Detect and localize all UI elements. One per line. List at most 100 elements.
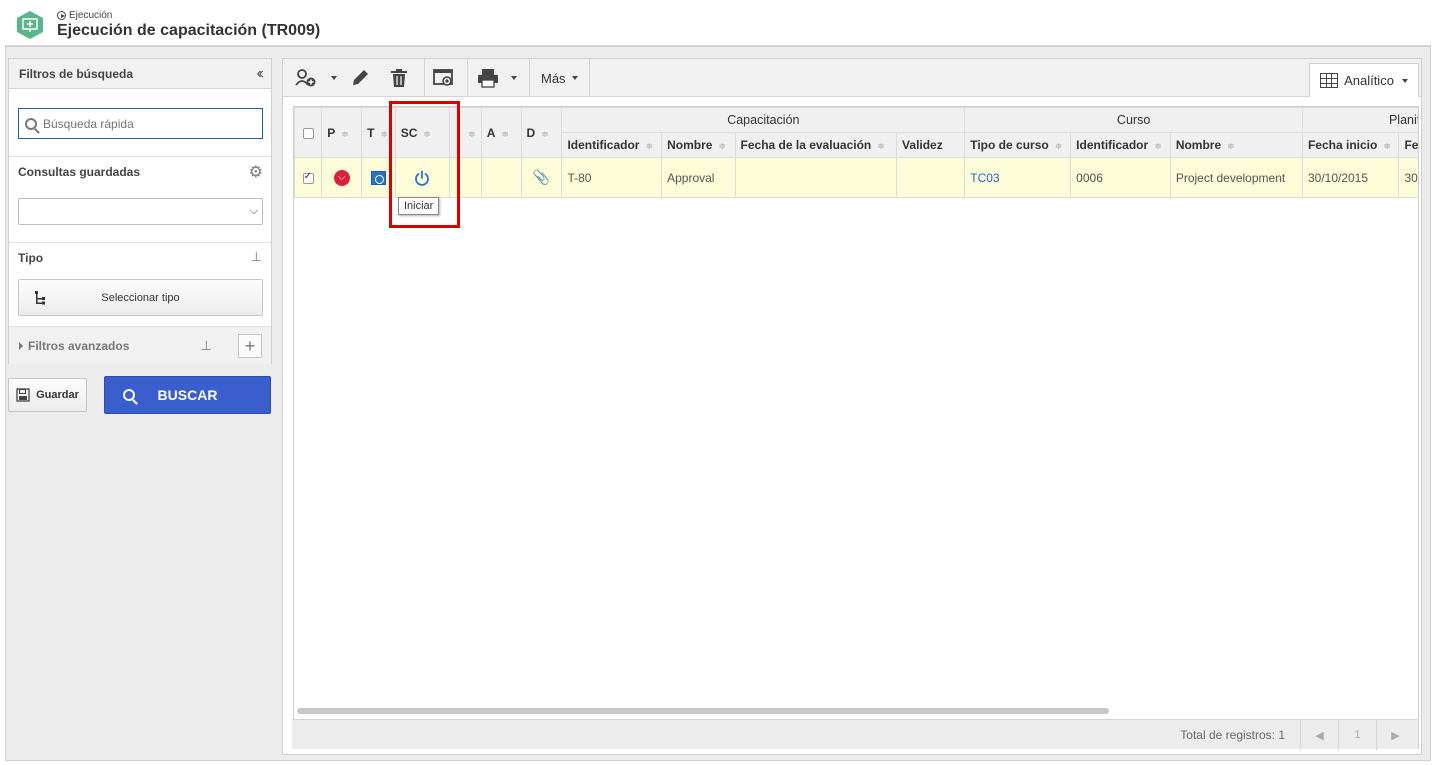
tipo-curso-link[interactable]: TC03 <box>970 171 999 185</box>
fecha-fin-cell: 30/10/2015 <box>1398 157 1418 198</box>
saved-queries-select[interactable]: ⌵ <box>18 198 263 225</box>
sort-icon: ≑ <box>1054 141 1063 151</box>
column-header-nombre[interactable]: Nombre ≑ <box>661 132 736 158</box>
sort-icon: ≑ <box>1383 141 1391 151</box>
breadcrumb-label: Ejecución <box>69 10 113 21</box>
nombre-cell: Approval <box>661 157 736 198</box>
fecha-inicio-cell: 30/10/2015 <box>1301 157 1400 198</box>
row-checkbox[interactable] <box>302 171 314 184</box>
toolbar-separator <box>467 59 468 97</box>
sort-icon: ≑ <box>1154 141 1162 151</box>
grid-footer: Total de registros: 1 ◀ 1 ▶ <box>292 719 1418 750</box>
group-header-capacitacion: Capacitación <box>561 107 966 133</box>
paperclip-icon[interactable]: 📎 <box>533 169 550 185</box>
advanced-filters-label: Filtros avanzados <box>28 339 130 353</box>
results-grid: P ≑ T ≑ SC ≑ ≑ A ≑ D ≑ Capacitación Curso Pla… <box>293 106 1419 749</box>
edit-button[interactable] <box>350 65 370 91</box>
select-type-button[interactable]: Seleccionar tipo <box>18 279 263 316</box>
current-page-number[interactable]: 1 <box>1338 720 1376 750</box>
training-app-icon <box>17 11 43 39</box>
breadcrumb[interactable]: Ejecución <box>57 10 112 21</box>
clear-broom-icon[interactable]: ⊥ <box>201 338 212 354</box>
delete-button[interactable] <box>389 65 409 91</box>
column-header-p[interactable]: P ≑ <box>321 107 363 158</box>
more-label: Más <box>541 70 566 86</box>
sort-icon: ≑ <box>468 128 476 139</box>
floppy-disk-icon <box>16 388 30 402</box>
row-checkbox-cell[interactable] <box>294 157 323 198</box>
toolbar-separator <box>529 59 530 97</box>
sort-icon: ≑ <box>380 128 389 139</box>
next-page-button[interactable]: ▶ <box>1376 720 1414 750</box>
page-header: Ejecución Ejecución de capacitación (TR0… <box>5 5 1431 46</box>
training-type-icon <box>370 170 386 185</box>
sort-icon: ≑ <box>501 128 509 139</box>
more-menu-button[interactable]: Más <box>541 65 578 91</box>
saved-queries-label: Consultas guardadas <box>18 165 141 179</box>
dropdown-caret-icon[interactable] <box>511 76 517 80</box>
column-header-curso-nombre[interactable]: Nombre ≑ <box>1169 132 1303 158</box>
column-header-fecha-evaluacion[interactable]: Fecha de la evaluación ≑ <box>734 132 898 158</box>
sort-icon: ≑ <box>541 128 549 139</box>
sort-icon: ≑ <box>1227 141 1235 151</box>
search-button[interactable]: BUSCAR <box>104 376 271 414</box>
sort-icon: ≑ <box>877 141 885 151</box>
total-records-label: Total de registros: 1 <box>1180 728 1285 742</box>
column-header-curso-identificador[interactable]: Identificador ≑ <box>1070 132 1171 158</box>
divider <box>9 242 271 243</box>
filters-title: Filtros de búsqueda <box>19 66 134 81</box>
table-row[interactable]: ⌵ 📎 T-80 Approval TC03 <box>294 157 1418 198</box>
printer-icon <box>478 69 498 88</box>
sort-icon: ≑ <box>645 141 654 151</box>
dropdown-caret-icon <box>571 76 578 80</box>
clear-broom-icon[interactable]: ⊥ <box>251 249 262 265</box>
toolbar-separator <box>424 59 425 97</box>
column-header-identificador[interactable]: Identificador ≑ <box>561 132 663 158</box>
curso-identificador-cell: 0006 <box>1070 157 1171 198</box>
table-grid-icon <box>1320 73 1339 88</box>
horizontal-scrollbar[interactable] <box>297 708 1109 714</box>
view-mode-tab[interactable]: Analítico <box>1309 63 1419 97</box>
select-all-header[interactable] <box>294 107 323 158</box>
previous-page-button[interactable]: ◀ <box>1300 720 1338 750</box>
priority-cell: ⌵ <box>321 157 363 198</box>
group-header-curso: Curso <box>964 107 1303 133</box>
sort-icon: ≑ <box>341 128 349 139</box>
column-header-tipo-curso[interactable]: Tipo de curso ≑ <box>964 132 1072 158</box>
select-all-checkbox[interactable] <box>302 127 314 139</box>
trash-icon <box>391 69 407 87</box>
print-button[interactable] <box>477 65 517 91</box>
advanced-filters-section[interactable]: Filtros avanzados ⊥ + <box>9 326 271 364</box>
toolbar-separator <box>589 59 590 97</box>
save-button[interactable]: Guardar <box>8 378 87 412</box>
select-type-label: Seleccionar tipo <box>101 291 180 304</box>
play-icon <box>57 11 66 20</box>
search-filters-panel: Filtros de búsqueda ‹‹ Consultas guardad… <box>8 58 272 364</box>
search-icon <box>123 389 135 401</box>
a-cell <box>480 157 522 198</box>
expand-triangle-icon <box>19 342 23 350</box>
gear-icon[interactable]: ⚙ <box>249 162 263 182</box>
chevron-down-icon: ⌵ <box>249 205 259 217</box>
tipo-curso-cell[interactable]: TC03 <box>964 157 1072 198</box>
view-record-icon <box>433 69 453 86</box>
dropdown-caret-icon[interactable] <box>331 76 337 80</box>
validez-cell <box>896 157 966 198</box>
column-header-fecha-fin[interactable]: Fecha de f <box>1398 132 1418 158</box>
view-button[interactable] <box>433 65 455 91</box>
add-participant-button[interactable] <box>295 65 337 91</box>
add-filter-button[interactable]: + <box>238 334 262 358</box>
column-header-fecha-inicio[interactable]: Fecha inicio ≑ <box>1301 132 1400 158</box>
column-header-a[interactable]: A ≑ <box>480 107 522 158</box>
tree-icon <box>35 291 45 305</box>
fecha-evaluacion-cell <box>734 157 898 198</box>
dropdown-caret-icon <box>1401 78 1408 83</box>
column-header-d[interactable]: D ≑ <box>520 107 563 158</box>
highlight-annotation-box <box>389 101 460 228</box>
attachment-cell[interactable]: 📎 <box>520 157 563 198</box>
quick-search-input[interactable] <box>43 116 243 131</box>
quick-search-box[interactable] <box>18 108 263 139</box>
column-header-validez[interactable]: Validez <box>896 132 966 158</box>
collapse-left-icon[interactable]: ‹‹ <box>256 65 263 83</box>
search-button-label: BUSCAR <box>157 387 218 403</box>
